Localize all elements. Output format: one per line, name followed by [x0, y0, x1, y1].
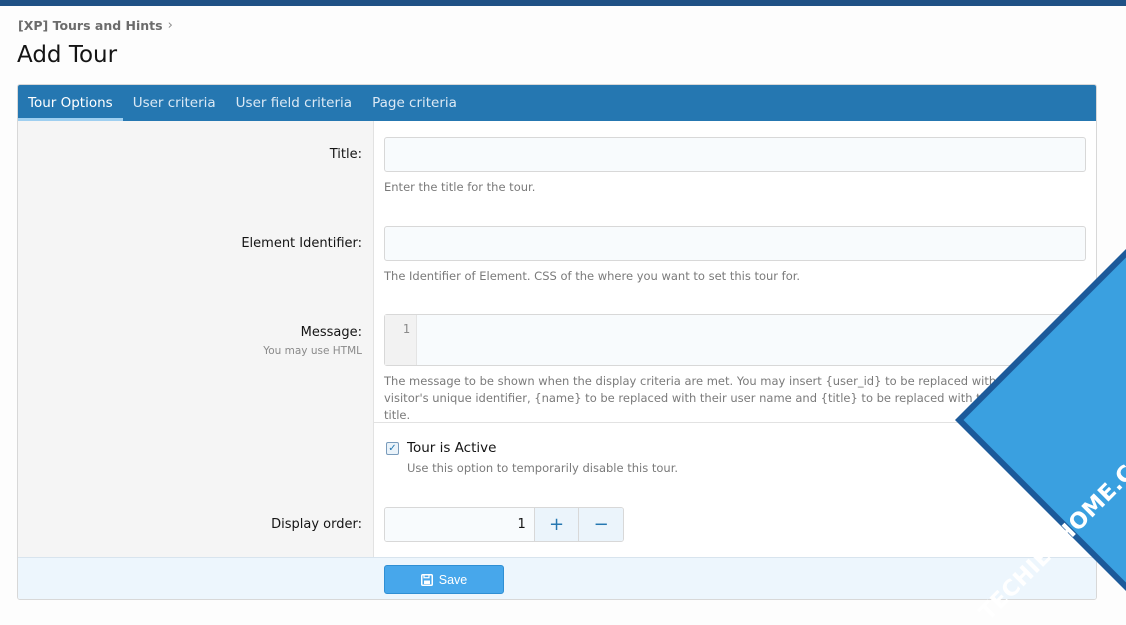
tab-tour-options[interactable]: Tour Options — [18, 85, 123, 121]
display-order-stepper[interactable]: 1 + − — [384, 507, 624, 542]
tour-active-checkbox[interactable]: ✓ — [386, 442, 399, 455]
breadcrumb[interactable]: [XP] Tours and Hints › — [18, 18, 173, 33]
floppy-disk-icon — [420, 573, 433, 586]
chevron-right-icon: › — [167, 18, 173, 33]
display-order-input[interactable]: 1 — [385, 508, 534, 541]
top-bar — [0, 0, 1126, 6]
plus-icon: + — [549, 514, 565, 535]
tab-page-criteria[interactable]: Page criteria — [362, 85, 467, 121]
increment-button[interactable]: + — [533, 508, 579, 541]
line-number-gutter: 1 — [385, 315, 417, 365]
tour-active-hint: Use this option to temporarily disable t… — [407, 461, 679, 475]
page-title: Add Tour — [17, 42, 118, 68]
message-label: Message: — [300, 325, 362, 340]
form-block: Tour Options User criteria User field cr… — [17, 84, 1097, 600]
message-editor[interactable]: 1 — [384, 314, 1086, 366]
tour-active-label[interactable]: Tour is Active — [407, 440, 496, 456]
minus-icon: − — [593, 514, 609, 535]
tab-user-field-criteria[interactable]: User field criteria — [226, 85, 362, 121]
breadcrumb-link[interactable]: [XP] Tours and Hints — [18, 18, 163, 33]
decrement-button[interactable]: − — [578, 508, 623, 541]
element-identifier-hint: The Identifier of Element. CSS of the wh… — [384, 269, 801, 283]
divider — [374, 422, 1086, 423]
message-sublabel: You may use HTML — [263, 345, 362, 357]
title-hint: Enter the title for the tour. — [384, 180, 536, 194]
element-identifier-input[interactable] — [384, 226, 1086, 261]
title-input[interactable] — [384, 137, 1086, 172]
title-label: Title: — [329, 147, 362, 162]
tab-bar: Tour Options User criteria User field cr… — [18, 85, 1096, 121]
save-button[interactable]: Save — [384, 565, 504, 594]
save-button-label: Save — [438, 572, 468, 587]
element-identifier-label: Element Identifier: — [241, 236, 362, 251]
message-hint: The message to be shown when the display… — [384, 374, 1064, 422]
tab-user-criteria[interactable]: User criteria — [123, 85, 226, 121]
form-footer: Save — [18, 557, 1096, 599]
display-order-label: Display order: — [271, 517, 362, 532]
checkmark-icon: ✓ — [388, 443, 397, 454]
